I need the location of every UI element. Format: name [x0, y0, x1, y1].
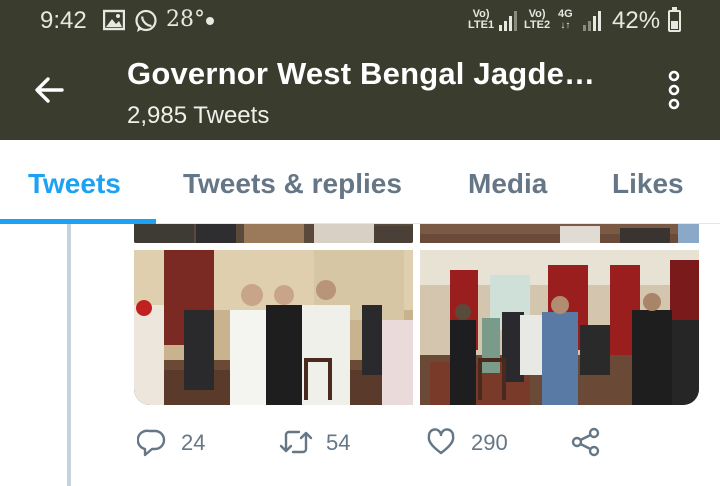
- like-count: 290: [471, 430, 508, 455]
- tweet-count: 2,985 Tweets: [127, 102, 270, 129]
- heart-icon: [426, 427, 456, 462]
- status-time: 9:42: [40, 7, 87, 34]
- gallery-icon: [102, 9, 126, 36]
- tweet-photo-4[interactable]: [420, 250, 699, 405]
- reply-count: 24: [181, 430, 206, 455]
- net-type: 4G ↓↑: [558, 8, 573, 32]
- tab-media[interactable]: Media: [468, 168, 547, 200]
- tweet-actions: 24 54 290: [0, 422, 720, 462]
- active-tab-indicator: [0, 219, 156, 224]
- notification-dot: [206, 17, 214, 25]
- like-button[interactable]: 290: [426, 422, 516, 462]
- tweet-photo-1[interactable]: [134, 224, 413, 243]
- more-options-icon[interactable]: [662, 70, 686, 110]
- profile-header: Governor West Bengal Jagde… 2,985 Tweets: [0, 42, 720, 140]
- profile-tabs: Tweets Tweets & replies Media Likes: [0, 140, 720, 224]
- back-arrow-icon[interactable]: [32, 72, 68, 108]
- status-bar: 9:42 28° Vo) LTE1 Vo) LTE2 4G ↓↑ 42%: [0, 0, 720, 42]
- profile-title: Governor West Bengal Jagde…: [127, 56, 596, 91]
- share-button[interactable]: [571, 422, 603, 462]
- temperature: 28°: [166, 7, 205, 32]
- retweet-count: 54: [326, 430, 351, 455]
- battery-percent: 42%: [612, 7, 661, 34]
- share-icon: [571, 427, 601, 462]
- sim2-label: Vo) LTE2: [524, 8, 551, 31]
- tweet-photo-3[interactable]: [134, 250, 413, 405]
- signal-icon: [498, 11, 518, 36]
- whatsapp-icon: [134, 9, 158, 38]
- signal-icon-2: [582, 11, 602, 36]
- battery-icon: [668, 7, 681, 32]
- sim1-label: Vo) LTE1: [468, 8, 495, 31]
- retweet-button[interactable]: 54: [279, 422, 359, 462]
- tab-tweets-and-replies[interactable]: Tweets & replies: [183, 168, 402, 200]
- tab-likes[interactable]: Likes: [612, 168, 684, 200]
- tweet-photo-2[interactable]: [420, 224, 699, 243]
- reply-button[interactable]: 24: [136, 422, 217, 462]
- retweet-icon: [279, 427, 313, 462]
- tab-tweets[interactable]: Tweets: [28, 168, 121, 200]
- reply-icon: [136, 427, 167, 462]
